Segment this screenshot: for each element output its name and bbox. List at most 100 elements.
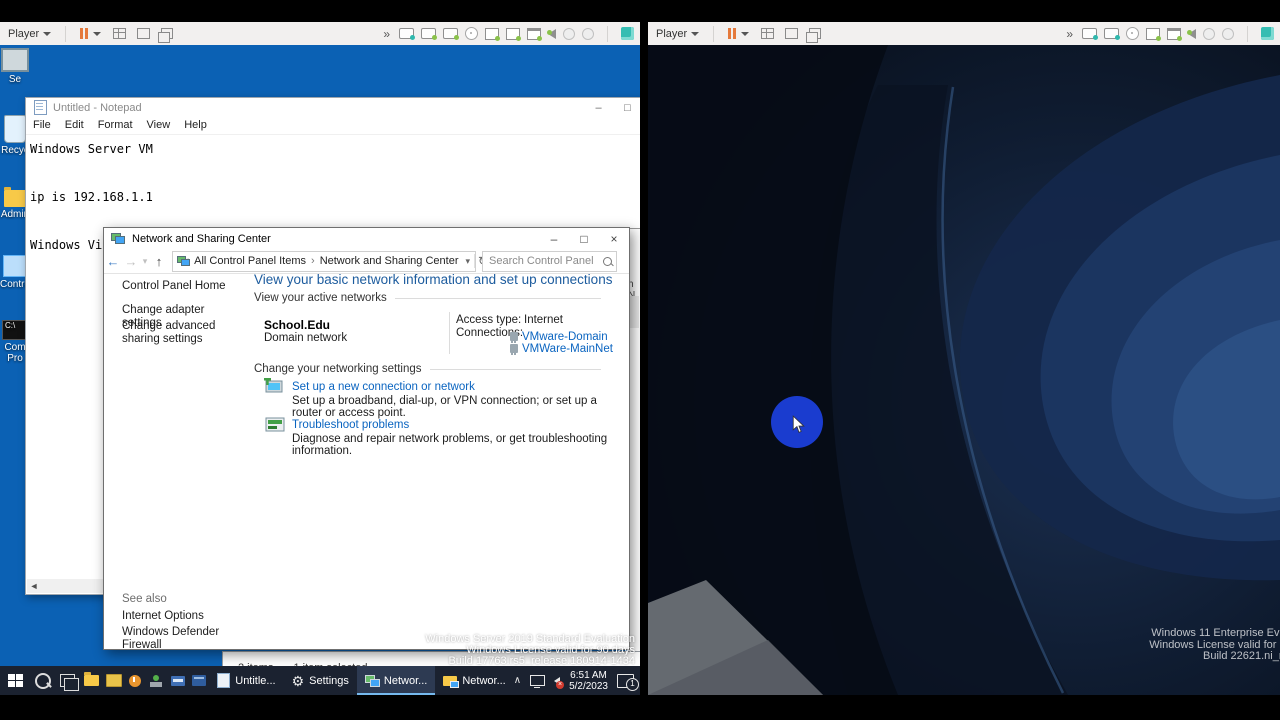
see-also-label: See also <box>122 593 240 606</box>
gear-icon: ⚙ <box>292 674 305 688</box>
file-explorer-button[interactable] <box>80 666 103 695</box>
usb-device-icon[interactable] <box>1222 28 1234 40</box>
see-also-internet-options[interactable]: Internet Options <box>122 610 240 623</box>
maximize-button[interactable]: □ <box>569 228 599 249</box>
action-center-icon[interactable]: 1 <box>617 674 634 688</box>
scrollbar-fragment[interactable] <box>629 296 639 328</box>
taskbar-clock[interactable]: 6:51 AM 5/2/2023 <box>569 670 608 692</box>
breadcrumb-all-control-panel-items[interactable]: All Control Panel Items <box>191 255 309 267</box>
taskbar-button-network-sharing[interactable]: Networ... <box>357 666 435 695</box>
usb-device-icon[interactable] <box>563 28 575 40</box>
breadcrumb-network-sharing-center[interactable]: Network and Sharing Center <box>317 255 462 267</box>
fullscreen-button[interactable] <box>132 24 154 43</box>
network-adapter-icon[interactable] <box>485 28 499 40</box>
search-box[interactable] <box>482 251 617 272</box>
cd-dvd-icon[interactable] <box>465 27 478 40</box>
network-tray-icon[interactable] <box>530 675 545 686</box>
start-button[interactable] <box>0 666 31 695</box>
clock-time: 6:51 AM <box>569 670 608 681</box>
menu-help[interactable]: Help <box>177 117 214 134</box>
taskbar-button-notepad[interactable]: Untitle... <box>209 666 283 695</box>
device-strip-left: » <box>383 26 634 42</box>
pinned-app-admin-tool[interactable] <box>188 666 209 695</box>
network-sharing-center-window: Network and Sharing Center – □ × ← → ▾ ↑… <box>103 227 630 650</box>
maximize-button[interactable]: □ <box>613 98 640 117</box>
search-icon <box>603 257 612 266</box>
thumbnail-bar-icon[interactable] <box>1261 27 1274 40</box>
printer-icon[interactable] <box>1167 28 1181 40</box>
sound-device-icon[interactable] <box>1188 29 1196 39</box>
taskbar-search-button[interactable] <box>31 666 56 695</box>
pinned-app-scheduler[interactable] <box>125 666 146 695</box>
task-description: Diagnose and repair network problems, or… <box>292 433 629 457</box>
taskbar: Untitle... ⚙ Settings Networ... Networ..… <box>0 666 640 695</box>
section-networking-settings-label: Change your networking settings <box>254 363 430 375</box>
forward-button[interactable]: → <box>122 254 140 269</box>
menu-edit[interactable]: Edit <box>58 117 91 134</box>
pause-dropdown-icon[interactable] <box>741 32 749 36</box>
search-input[interactable] <box>487 254 603 268</box>
network-adapter-icon[interactable] <box>1146 28 1160 40</box>
windows-server-desktop: Se Recyc Admin Contro C:\ Com Pro Untitl… <box>0 45 640 695</box>
minimize-button[interactable]: – <box>539 228 569 249</box>
tray-overflow-chevron-icon[interactable]: ∧ <box>514 675 521 686</box>
recent-pages-dropdown-icon[interactable]: ▾ <box>140 256 150 267</box>
desktop-icon-server-manager[interactable]: Se <box>0 48 30 85</box>
thumbnail-bar-icon[interactable] <box>621 27 634 40</box>
player-menu-button[interactable]: Player <box>648 22 707 45</box>
task-link-setup-new-connection[interactable]: Set up a new connection or network <box>292 381 475 393</box>
menu-format[interactable]: Format <box>91 117 140 134</box>
back-button[interactable]: ← <box>104 254 122 269</box>
usb-device-icon[interactable] <box>582 28 594 40</box>
send-ctrl-alt-del-button[interactable] <box>756 24 778 43</box>
address-dropdown-icon[interactable]: ▾ <box>461 256 474 267</box>
pinned-app-printer[interactable] <box>167 666 188 695</box>
notepad-titlebar[interactable]: Untitled - Notepad – □ <box>26 98 640 117</box>
text-line <box>30 161 638 185</box>
expand-toolbar-icon[interactable]: » <box>1066 27 1073 41</box>
send-ctrl-alt-del-button[interactable] <box>108 24 130 43</box>
taskbar-button-network-connections[interactable]: Networ... <box>435 666 513 695</box>
close-button[interactable]: × <box>599 228 629 249</box>
usb-device-icon[interactable] <box>1203 28 1215 40</box>
menu-view[interactable]: View <box>140 117 178 134</box>
cd-dvd-icon[interactable] <box>1126 27 1139 40</box>
pause-vm-button[interactable] <box>80 28 88 39</box>
hard-disk-icon[interactable] <box>421 28 436 39</box>
hard-disk-icon[interactable] <box>399 28 414 39</box>
chevron-down-icon <box>691 32 699 36</box>
task-link-troubleshoot-problems[interactable]: Troubleshoot problems <box>292 419 409 431</box>
pinned-app-server-manager[interactable] <box>104 666 125 695</box>
network-adapter-icon[interactable] <box>506 28 520 40</box>
unity-mode-button[interactable] <box>156 24 178 43</box>
address-bar[interactable]: « All Control Panel Items › Network and … <box>172 251 476 272</box>
sidebar-item-control-panel-home[interactable]: Control Panel Home <box>122 280 240 293</box>
connection-link-vmware-mainnet[interactable]: VMWare-MainNet <box>522 343 613 355</box>
window-titlebar[interactable]: Network and Sharing Center – □ × <box>104 228 629 249</box>
player-menu-button[interactable]: Player <box>0 22 59 45</box>
hard-disk-icon[interactable] <box>443 28 458 39</box>
vmware-toolbar-left: Player » <box>0 22 640 46</box>
expand-toolbar-icon[interactable]: » <box>383 27 390 41</box>
up-button[interactable]: ↑ <box>150 254 168 269</box>
hard-disk-icon[interactable] <box>1104 28 1119 39</box>
unity-mode-button[interactable] <box>804 24 826 43</box>
ctrl-alt-del-icon <box>761 28 774 39</box>
printer-icon[interactable] <box>527 28 541 40</box>
sound-device-icon[interactable] <box>548 29 556 39</box>
device-strip-right: » <box>1066 26 1274 42</box>
fullscreen-button[interactable] <box>780 24 802 43</box>
minimize-button[interactable]: – <box>584 98 613 117</box>
volume-muted-icon[interactable]: × <box>554 677 560 685</box>
sidebar-item-change-advanced-sharing[interactable]: Change advanced sharing settings <box>122 320 240 346</box>
taskbar-button-settings[interactable]: ⚙ Settings <box>284 666 357 695</box>
see-also-windows-defender-firewall[interactable]: Windows Defender Firewall <box>122 626 240 652</box>
pause-vm-button[interactable] <box>728 28 736 39</box>
hard-disk-icon[interactable] <box>1082 28 1097 39</box>
task-view-button[interactable] <box>55 666 80 695</box>
pause-dropdown-icon[interactable] <box>93 32 101 36</box>
menu-file[interactable]: File <box>26 117 58 134</box>
monitor-icon <box>1 48 29 72</box>
pinned-app-network-tool[interactable] <box>146 666 167 695</box>
scroll-left-icon[interactable]: ◄ <box>27 581 41 591</box>
